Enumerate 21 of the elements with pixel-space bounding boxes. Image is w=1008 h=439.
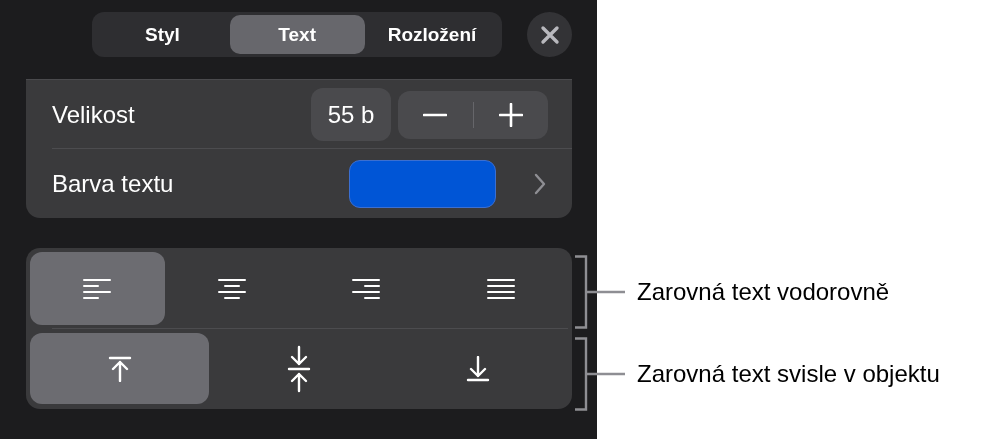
align-middle-icon [287,344,311,393]
tab[interactable]: Styl [95,15,230,54]
size-label: Velikost [52,100,136,129]
plus-icon [498,102,523,127]
color-swatch[interactable] [349,159,496,208]
align-left-icon [83,276,112,301]
tab[interactable]: Rozložení [364,15,500,54]
text-color-label: Barva textu [52,169,175,198]
align-bottom-icon [466,355,491,382]
callout-label: Zarovná text vodorovně [637,278,890,306]
align-right-icon [352,276,381,301]
size-value-field[interactable]: 55 b [311,88,391,141]
minus-icon [423,112,448,117]
close-button[interactable] [527,12,572,57]
align-justify-icon [486,276,515,301]
tab[interactable]: Text [229,15,365,54]
align-center-icon [217,276,246,301]
align-top-icon [107,355,132,382]
close-icon [539,24,560,45]
chevron-right-icon[interactable] [534,172,546,195]
callout-label: Zarovná text svisle v objektu [637,360,940,388]
